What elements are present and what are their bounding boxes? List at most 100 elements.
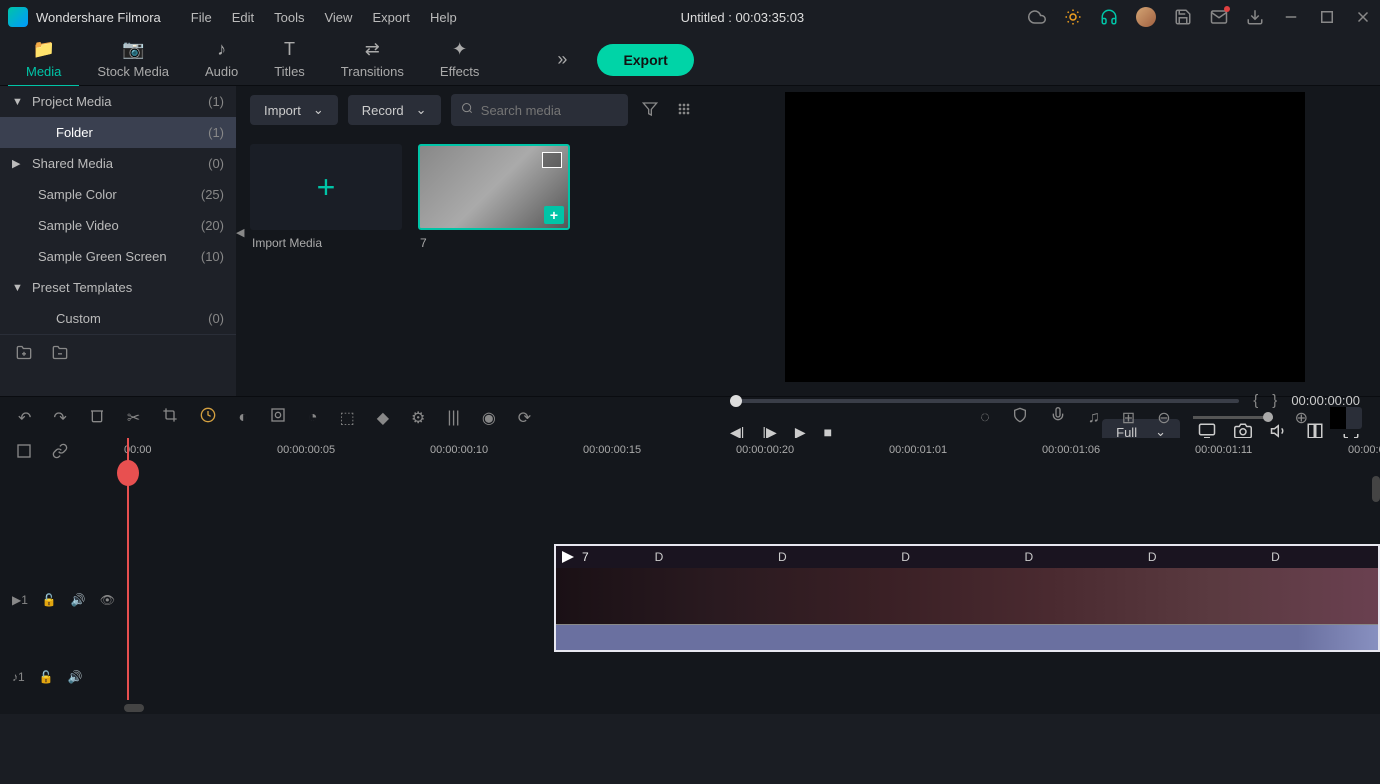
menu-help[interactable]: Help xyxy=(430,10,457,25)
redo-icon[interactable]: ↷ xyxy=(53,408,66,428)
marker-icon[interactable] xyxy=(1012,407,1028,428)
add-track-icon[interactable]: ⊞ xyxy=(1122,408,1135,428)
mail-icon[interactable] xyxy=(1210,8,1228,26)
export-button[interactable]: Export xyxy=(597,44,693,76)
minimize-icon[interactable] xyxy=(1282,8,1300,26)
zoom-out-icon[interactable]: ⊖ xyxy=(1157,408,1170,428)
motion-tracking-icon[interactable]: ◆ xyxy=(377,408,389,428)
clip-waveform xyxy=(556,624,1378,652)
maximize-icon[interactable] xyxy=(1318,8,1336,26)
import-media-tile[interactable]: + Import Media xyxy=(250,144,402,250)
mute-icon[interactable]: 🔊 xyxy=(68,670,83,684)
timeline-ruler[interactable]: 00:0000:00:00:0500:00:00:1000:00:00:1500… xyxy=(124,438,1380,466)
scrubber-knob[interactable] xyxy=(730,395,742,407)
chevron-right-icon: ▶ xyxy=(12,157,26,170)
timeline-view-toggle[interactable] xyxy=(1330,407,1362,429)
undo-icon[interactable]: ↶ xyxy=(18,408,31,428)
preview-video-frame xyxy=(785,92,1305,382)
speed-icon[interactable] xyxy=(200,407,216,428)
expand-tabs-icon[interactable]: » xyxy=(557,49,567,70)
lock-icon[interactable]: 🔓 xyxy=(42,593,57,607)
playhead[interactable] xyxy=(127,438,129,700)
clip-play-icon xyxy=(562,551,574,563)
menu-edit[interactable]: Edit xyxy=(232,10,254,25)
sidebar-item-sample-video[interactable]: Sample Video(20) xyxy=(0,210,236,241)
video-track-1: ▶1 🔓 🔊 👁 7 D D D D D D xyxy=(0,544,1380,656)
vertical-scrollbar[interactable] xyxy=(1372,476,1380,502)
transitions-icon: ⇄ xyxy=(365,39,380,60)
plus-icon: + xyxy=(317,169,336,206)
mark-out-icon[interactable]: } xyxy=(1272,392,1277,409)
mute-icon[interactable]: 🔊 xyxy=(71,593,86,607)
horizontal-scrollbar[interactable] xyxy=(124,704,144,712)
mask-icon[interactable]: ◔ xyxy=(308,409,318,427)
chevron-down-icon: ⌄ xyxy=(416,102,427,118)
headset-icon[interactable] xyxy=(1100,8,1118,26)
green-screen-icon[interactable] xyxy=(270,407,286,428)
tab-media[interactable]: 📁Media xyxy=(8,33,79,87)
audio-adjust-icon[interactable]: ||| xyxy=(447,409,459,427)
timeline-clip-7[interactable]: 7 D D D D D D xyxy=(554,544,1380,652)
sidebar-item-preset-templates[interactable]: ▼Preset Templates xyxy=(0,272,236,303)
sun-icon[interactable] xyxy=(1064,8,1082,26)
drop-indicator: D xyxy=(901,550,910,564)
collapse-panel-icon[interactable]: ◀ xyxy=(236,226,244,239)
download-icon[interactable] xyxy=(1246,8,1264,26)
keyframe-icon[interactable]: ⬚ xyxy=(340,408,355,428)
search-input[interactable] xyxy=(481,103,618,118)
drop-indicator: D xyxy=(655,550,664,564)
audio-track-1: ♪1 🔓 🔊 xyxy=(0,656,1380,698)
split-icon[interactable]: ✂ xyxy=(127,408,140,428)
zoom-slider[interactable] xyxy=(1193,416,1273,419)
mark-in-icon[interactable]: { xyxy=(1253,392,1258,409)
filter-icon[interactable] xyxy=(638,101,662,120)
preview-scrubber[interactable] xyxy=(730,399,1239,403)
tab-stock-media[interactable]: 📷Stock Media xyxy=(79,33,187,87)
user-avatar[interactable] xyxy=(1136,7,1156,27)
silence-detection-icon[interactable]: ◌ xyxy=(980,409,990,427)
grid-view-icon[interactable] xyxy=(672,101,696,120)
tab-audio[interactable]: ♪Audio xyxy=(187,33,256,87)
tab-titles[interactable]: TTitles xyxy=(256,33,323,87)
search-media-box[interactable] xyxy=(451,94,628,126)
sidebar-item-custom[interactable]: Custom(0) xyxy=(0,303,236,334)
menu-tools[interactable]: Tools xyxy=(274,10,304,25)
zoom-in-icon[interactable]: ⊕ xyxy=(1295,408,1308,428)
timeline-link-icon[interactable] xyxy=(52,443,68,462)
visibility-icon[interactable]: 👁 xyxy=(100,593,115,607)
menu-export[interactable]: Export xyxy=(372,10,410,25)
timeline-snap-icon[interactable] xyxy=(16,443,32,462)
sidebar-item-sample-green[interactable]: Sample Green Screen(10) xyxy=(0,241,236,272)
save-icon[interactable] xyxy=(1174,8,1192,26)
preview-viewport xyxy=(710,86,1380,388)
tab-effects[interactable]: ✦Effects xyxy=(422,33,498,85)
record-dropdown[interactable]: Record⌄ xyxy=(348,95,441,125)
drop-indicator: D xyxy=(1148,550,1157,564)
new-folder-icon[interactable] xyxy=(16,343,32,362)
voiceover-icon[interactable] xyxy=(1050,407,1066,428)
sidebar-item-shared-media[interactable]: ▶Shared Media(0) xyxy=(0,148,236,179)
color-icon[interactable]: ◐ xyxy=(238,409,248,427)
playhead-marker-icon[interactable] xyxy=(117,460,139,486)
close-icon[interactable] xyxy=(1354,8,1372,26)
audio-mixer-icon[interactable]: ♫ xyxy=(1088,409,1100,427)
cloud-icon[interactable] xyxy=(1028,8,1046,26)
crop-icon[interactable] xyxy=(162,407,178,428)
lock-icon[interactable]: 🔓 xyxy=(39,670,54,684)
menu-file[interactable]: File xyxy=(191,10,212,25)
add-to-timeline-icon[interactable]: + xyxy=(544,206,564,224)
sidebar-item-folder[interactable]: Folder(1) xyxy=(0,117,236,148)
media-clip-7[interactable]: + 7 xyxy=(418,144,570,250)
delete-icon[interactable] xyxy=(89,407,105,428)
adjust-icon[interactable]: ⚙ xyxy=(411,408,425,428)
search-icon xyxy=(461,102,473,117)
import-dropdown[interactable]: Import⌄ xyxy=(250,95,338,125)
sidebar-item-sample-color[interactable]: Sample Color(25) xyxy=(0,179,236,210)
delete-folder-icon[interactable] xyxy=(52,343,68,362)
audio-sync-icon[interactable]: ◉ xyxy=(482,408,496,428)
video-type-icon xyxy=(542,152,562,168)
sidebar-item-project-media[interactable]: ▼Project Media(1) xyxy=(0,86,236,117)
render-icon[interactable]: ⟳ xyxy=(518,408,531,428)
menu-view[interactable]: View xyxy=(324,10,352,25)
tab-transitions[interactable]: ⇄Transitions xyxy=(323,33,422,87)
